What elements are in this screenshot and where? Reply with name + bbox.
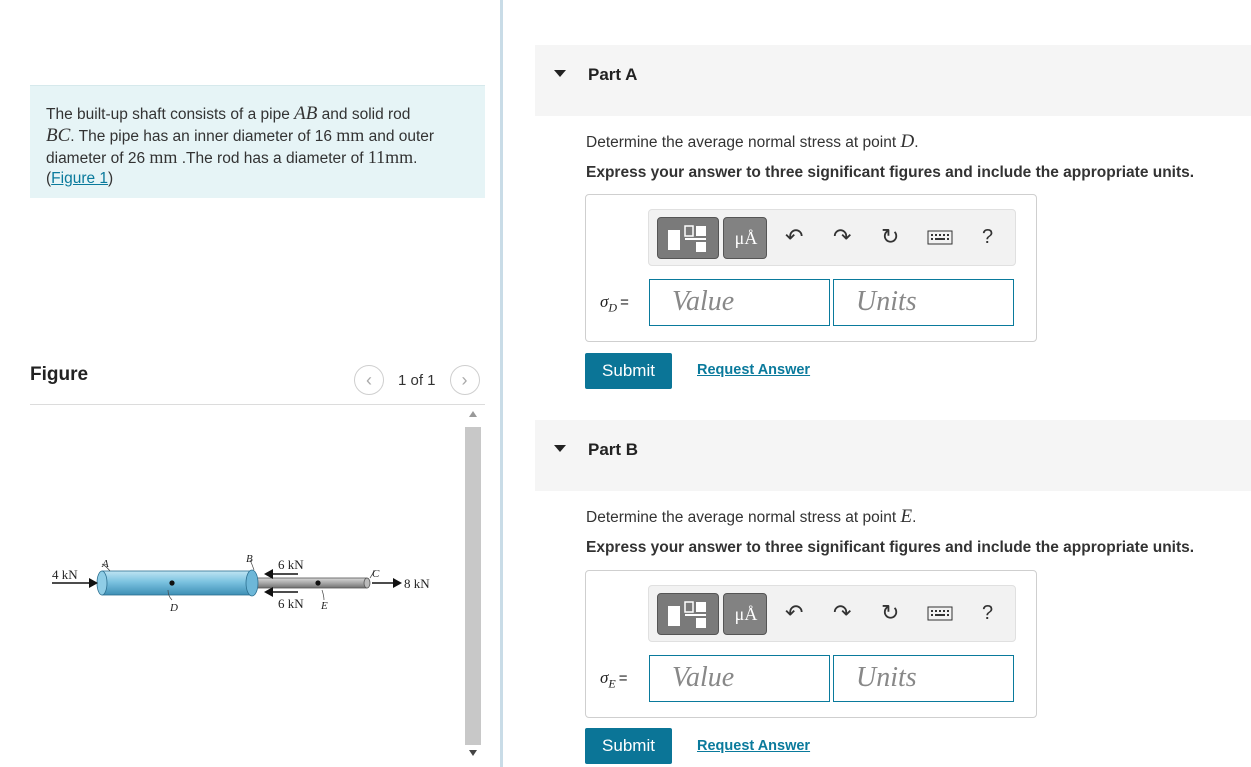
help-icon[interactable]: ?: [982, 225, 993, 249]
figure-counter: 1 of 1: [398, 371, 436, 389]
part-a-header[interactable]: Part A: [535, 45, 1251, 116]
units-button[interactable]: μÅ: [723, 217, 767, 259]
keyboard-icon[interactable]: [927, 230, 953, 246]
figure-scrollbar[interactable]: [464, 407, 482, 767]
label-c: C: [372, 568, 380, 580]
problem-text: .The rod has a diameter of: [177, 150, 368, 167]
units-icon: μÅ: [734, 228, 758, 248]
templates-button[interactable]: [657, 593, 719, 635]
caret-down-icon[interactable]: [554, 445, 566, 452]
prev-figure-button[interactable]: ‹: [354, 365, 384, 395]
math-toolbar: μÅ ↶ ↷ ↻ ?: [648, 209, 1016, 266]
point-label: E: [900, 506, 913, 527]
problem-text: diameter of 26: [46, 150, 150, 167]
scroll-up-icon[interactable]: [469, 411, 477, 417]
undo-icon[interactable]: ↶: [785, 601, 803, 625]
question-text: .: [914, 134, 919, 151]
part-b-answer-box: μÅ ↶ ↷ ↻ ? σE = Value Units: [585, 570, 1037, 718]
problem-text: The built-up shaft consists of a pipe: [46, 106, 295, 123]
part-a-question: Determine the average normal stress at p…: [586, 131, 919, 153]
redo-icon[interactable]: ↷: [833, 225, 851, 249]
units-input[interactable]: Units: [833, 279, 1014, 326]
value-input[interactable]: Value: [649, 655, 830, 702]
keyboard-icon[interactable]: [927, 606, 953, 622]
divider: [30, 404, 485, 405]
part-b-title: Part B: [588, 440, 639, 459]
paren: ): [108, 170, 114, 187]
chevron-left-icon: ‹: [366, 369, 372, 390]
question-text: .: [912, 509, 917, 526]
help-icon[interactable]: ?: [982, 601, 993, 625]
sigma-e-label: σE =: [600, 668, 628, 691]
reset-icon[interactable]: ↻: [881, 225, 899, 249]
problem-text: and outer: [364, 128, 435, 145]
rod-diameter: 11mm: [367, 147, 414, 167]
redo-icon[interactable]: ↷: [833, 601, 851, 625]
panel-divider[interactable]: [500, 0, 503, 767]
value-input[interactable]: Value: [649, 279, 830, 326]
sigma-d-label: σD =: [600, 292, 629, 315]
figure-link[interactable]: Figure 1: [51, 170, 108, 187]
chevron-right-icon: ›: [461, 369, 468, 390]
point-d: [169, 580, 175, 586]
unit-mm: mm: [336, 125, 365, 145]
pipe-ab: [101, 570, 253, 596]
units-icon: μÅ: [734, 604, 758, 624]
request-answer-link[interactable]: Request Answer: [697, 362, 810, 378]
units-button[interactable]: μÅ: [723, 593, 767, 635]
part-a-title: Part A: [588, 65, 638, 84]
point-label: D: [900, 131, 915, 152]
label-d: D: [169, 602, 178, 614]
templates-icon: [668, 225, 706, 252]
problem-text: and solid rod: [317, 106, 411, 123]
pipe-label: AB: [294, 103, 318, 124]
next-figure-button[interactable]: ›: [449, 365, 480, 395]
figure-nav: ‹ 1 of 1 ›: [354, 365, 480, 395]
label-a: A: [101, 558, 109, 570]
question-text: Determine the average normal stress at p…: [586, 134, 901, 151]
rod-bc: [254, 577, 368, 589]
problem-statement: The built-up shaft consists of a pipe AB…: [30, 85, 485, 198]
reset-icon[interactable]: ↻: [881, 601, 899, 625]
caret-down-icon[interactable]: [554, 70, 566, 77]
shaft-figure: 4 kN A B 6 kN C 8 kN D 6 kN E: [52, 553, 430, 614]
scroll-down-icon[interactable]: [469, 750, 477, 756]
request-answer-link[interactable]: Request Answer: [697, 738, 810, 754]
force-label-6kn-bottom: 6 kN: [278, 596, 304, 611]
part-b-question: Determine the average normal stress at p…: [586, 506, 916, 528]
label-e: E: [320, 600, 328, 612]
rod-label: BC: [46, 125, 71, 146]
unit-mm: mm: [149, 147, 178, 167]
templates-button[interactable]: [657, 217, 719, 259]
point-e: [315, 580, 321, 586]
units-input[interactable]: Units: [833, 655, 1014, 702]
scroll-thumb[interactable]: [465, 427, 481, 745]
templates-icon: [668, 601, 706, 628]
part-b-instruction: Express your answer to three significant…: [586, 539, 1195, 556]
label-b: B: [246, 553, 253, 565]
equals-sign: =: [620, 294, 629, 311]
problem-text: .: [413, 150, 418, 167]
undo-icon[interactable]: ↶: [785, 225, 803, 249]
math-toolbar: μÅ ↶ ↷ ↻ ?: [648, 585, 1016, 642]
part-a-instruction: Express your answer to three significant…: [586, 164, 1195, 181]
force-label-6kn-top: 6 kN: [278, 557, 304, 572]
sigma-subscript: D: [608, 300, 618, 315]
force-label-4kn: 4 kN: [52, 567, 78, 582]
submit-button[interactable]: Submit: [585, 728, 672, 764]
force-label-8kn: 8 kN: [404, 576, 430, 591]
part-b-header[interactable]: Part B: [535, 420, 1251, 491]
sigma-subscript: E: [608, 676, 616, 691]
submit-button[interactable]: Submit: [585, 353, 672, 389]
problem-text: . The pipe has an inner diameter of 16: [70, 128, 337, 145]
figure-title: Figure: [30, 364, 89, 385]
question-text: Determine the average normal stress at p…: [586, 509, 901, 526]
part-a-answer-box: μÅ ↶ ↷ ↻ ? σD = Value Units: [585, 194, 1037, 342]
equals-sign: =: [618, 670, 628, 687]
